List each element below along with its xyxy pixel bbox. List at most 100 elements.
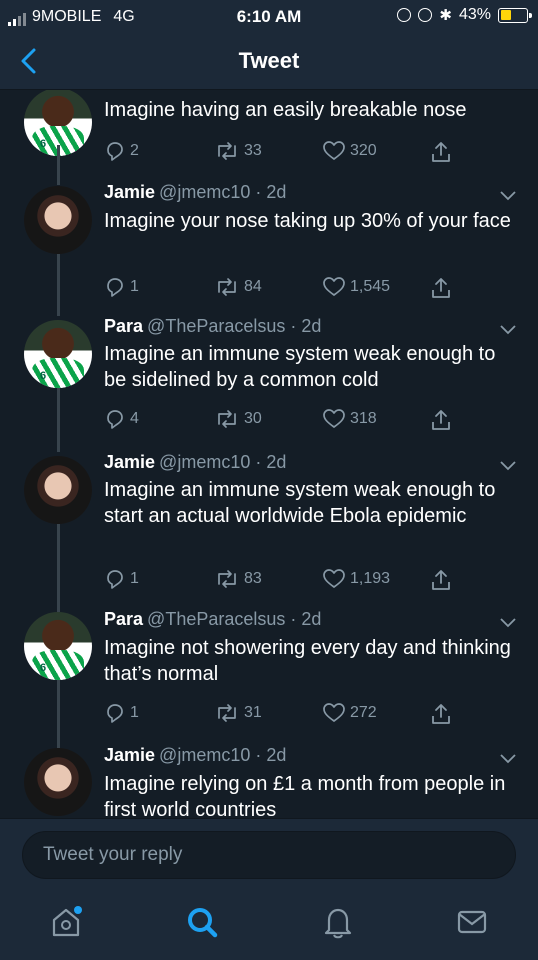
tweet-text: Imagine not showering every day and thin… xyxy=(104,637,511,685)
tab-search[interactable] xyxy=(184,904,220,940)
bluetooth-icon: ✱ xyxy=(439,7,452,24)
reply-icon xyxy=(107,410,123,429)
share-icon xyxy=(432,704,450,724)
chevron-down-icon[interactable] xyxy=(498,190,518,202)
reply-count: 1 xyxy=(130,278,139,295)
handle: @TheParacelsus · 2d xyxy=(147,609,322,629)
tweet-text: Imagine having an easily breakable nose xyxy=(104,99,467,121)
share-button[interactable] xyxy=(430,276,452,300)
reply-count: 2 xyxy=(130,142,139,159)
reply-input[interactable]: Tweet your reply xyxy=(22,831,516,879)
display-name[interactable]: Jamie xyxy=(104,452,155,472)
heart-icon xyxy=(323,569,345,588)
tweet-actions: 2 33 320 xyxy=(104,140,464,164)
tweet-item[interactable]: 6 Para @TheParacelsus · 2d Imagine an imm… xyxy=(0,316,538,452)
like-button[interactable]: 320 xyxy=(322,140,377,162)
share-button[interactable] xyxy=(430,140,452,164)
tab-messages[interactable] xyxy=(454,904,490,940)
display-name[interactable]: Para xyxy=(104,609,143,629)
retweet-icon xyxy=(218,142,236,160)
retweet-icon xyxy=(218,570,236,588)
battery-fill xyxy=(500,10,512,20)
retweet-button[interactable]: 31 xyxy=(214,702,262,724)
tweet-actions: 1 84 1,545 xyxy=(104,276,464,300)
tweet-header: Jamie @jmemc10 · 2d xyxy=(104,182,286,203)
share-icon xyxy=(432,142,450,162)
display-name[interactable]: Para xyxy=(104,316,143,336)
reply-button[interactable]: 2 xyxy=(104,140,139,162)
tweet-text: Imagine an immune system weak enough to … xyxy=(104,479,496,527)
retweet-button[interactable]: 84 xyxy=(214,276,262,298)
reply-button[interactable]: 4 xyxy=(104,408,139,430)
like-button[interactable]: 318 xyxy=(322,408,377,430)
heart-icon xyxy=(323,409,345,428)
display-name[interactable]: Jamie xyxy=(104,745,155,765)
tweet-header: Para @TheParacelsus · 2d xyxy=(104,316,321,337)
tweet-item[interactable]: 6 Para @TheParacelsus · 2d Imagine not sh… xyxy=(0,609,538,748)
reply-bar: Tweet your reply xyxy=(0,818,538,890)
handle: @jmemc10 · 2d xyxy=(159,452,287,472)
home-icon xyxy=(52,906,82,937)
tweet-text: Imagine your nose taking up 30% of your … xyxy=(104,210,511,232)
like-button[interactable]: 1,545 xyxy=(322,276,390,298)
tab-bar xyxy=(0,890,538,960)
tab-notifications[interactable] xyxy=(320,904,356,940)
reply-icon xyxy=(107,570,123,589)
tweet-header: Jamie @jmemc10 · 2d xyxy=(104,745,286,766)
tweet-item[interactable]: Jamie @jmemc10 · 2d Imagine relying on £1… xyxy=(0,745,538,818)
chevron-down-icon[interactable] xyxy=(498,617,518,629)
share-icon xyxy=(432,410,450,430)
tweet-thread[interactable]: 6 Imagine having an easily breakable nos… xyxy=(0,90,538,818)
avatar[interactable] xyxy=(24,186,92,254)
tweet-header: Para @TheParacelsus · 2d xyxy=(104,609,321,630)
reply-icon xyxy=(107,278,123,297)
thread-line xyxy=(57,145,60,185)
reply-icon xyxy=(107,142,123,161)
avatar[interactable]: 6 xyxy=(24,612,92,680)
like-count: 318 xyxy=(350,410,377,427)
heart-icon xyxy=(323,277,345,296)
share-icon xyxy=(432,278,450,298)
like-button[interactable]: 272 xyxy=(322,702,377,724)
reply-button[interactable]: 1 xyxy=(104,702,139,724)
reply-button[interactable]: 1 xyxy=(104,276,139,298)
avatar[interactable] xyxy=(24,748,92,816)
retweet-button[interactable]: 30 xyxy=(214,408,262,430)
retweet-count: 30 xyxy=(244,410,262,427)
thread-line xyxy=(57,524,60,612)
battery-percent: 43% xyxy=(458,6,491,23)
retweet-count: 31 xyxy=(244,704,262,721)
reply-icon xyxy=(107,704,123,723)
like-count: 1,545 xyxy=(350,278,391,295)
heart-icon xyxy=(323,141,345,160)
avatar[interactable] xyxy=(24,456,92,524)
like-button[interactable]: 1,193 xyxy=(322,568,390,590)
tab-home[interactable] xyxy=(48,904,84,940)
messages-icon xyxy=(457,910,487,934)
reply-count: 1 xyxy=(130,704,139,721)
reply-count: 4 xyxy=(130,410,139,427)
retweet-icon xyxy=(218,410,236,428)
heart-icon xyxy=(323,703,345,722)
chevron-down-icon[interactable] xyxy=(498,324,518,336)
display-name[interactable]: Jamie xyxy=(104,182,155,202)
share-button[interactable] xyxy=(430,408,452,432)
share-button[interactable] xyxy=(430,702,452,726)
chevron-down-icon[interactable] xyxy=(498,753,518,765)
thread-line xyxy=(57,388,60,452)
reply-count: 1 xyxy=(130,570,139,587)
battery-icon xyxy=(498,7,532,23)
reply-button[interactable]: 1 xyxy=(104,568,139,590)
tweet-item[interactable]: Jamie @jmemc10 · 2d Imagine an immune sys… xyxy=(0,452,538,612)
chevron-down-icon[interactable] xyxy=(498,460,518,472)
avatar[interactable]: 6 xyxy=(24,320,92,388)
retweet-count: 33 xyxy=(244,142,262,159)
retweet-button[interactable]: 83 xyxy=(214,568,262,590)
like-count: 272 xyxy=(350,704,377,721)
retweet-icon xyxy=(218,704,236,722)
tweet-item[interactable]: 6 Imagine having an easily breakable nos… xyxy=(0,90,538,185)
tweet-item[interactable]: Jamie @jmemc10 · 2d Imagine your nose tak… xyxy=(0,180,538,316)
share-button[interactable] xyxy=(430,568,452,592)
thread-line xyxy=(57,680,60,748)
retweet-button[interactable]: 33 xyxy=(214,140,262,162)
